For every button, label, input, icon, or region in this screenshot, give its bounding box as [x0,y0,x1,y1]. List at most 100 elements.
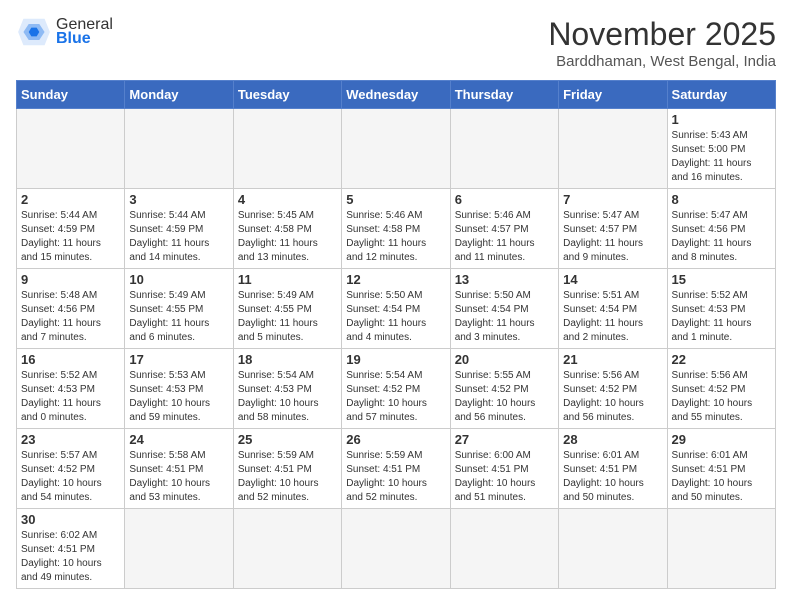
calendar-cell [17,109,125,189]
calendar-cell: 27Sunrise: 6:00 AM Sunset: 4:51 PM Dayli… [450,429,558,509]
day-number: 4 [238,192,337,207]
weekday-header-thursday: Thursday [450,81,558,109]
weekday-header-monday: Monday [125,81,233,109]
calendar-cell: 25 Sunrise: 5:59 AM Sunset: 4:51 PM Dayli… [233,429,341,509]
day-number: 9 [21,272,120,287]
calendar-cell [559,509,667,589]
day-number: 21 [563,352,662,367]
calendar-cell: 22 Sunrise: 5:56 AM Sunset: 4:52 PM Dayli… [667,349,775,429]
calendar-cell: 12 Sunrise: 5:50 AM Sunset: 4:54 PM Dayli… [342,269,450,349]
calendar-cell: 9 Sunrise: 5:48 AM Sunset: 4:56 PM Daylig… [17,269,125,349]
calendar-cell: 3Sunrise: 5:44 AM Sunset: 4:59 PM Daylig… [125,189,233,269]
day-info: Sunrise: 6:02 AM Sunset: 4:51 PM Dayligh… [21,529,120,585]
calendar-cell: 30 Sunrise: 6:02 AM Sunset: 4:51 PM Dayli… [17,509,125,589]
day-info: Sunrise: 5:49 AM Sunset: 4:55 PM Dayligh… [238,289,337,345]
calendar-cell [125,509,233,589]
day-info: Sunrise: 5:47 AM Sunset: 4:57 PM Dayligh… [563,209,662,265]
day-number: 17 [129,352,228,367]
calendar-cell: 6Sunrise: 5:46 AM Sunset: 4:57 PM Daylig… [450,189,558,269]
calendar-cell: 15 Sunrise: 5:52 AM Sunset: 4:53 PM Dayli… [667,269,775,349]
day-info: Sunrise: 5:52 AM Sunset: 4:53 PM Dayligh… [21,369,120,425]
day-info: Sunrise: 5:45 AM Sunset: 4:58 PM Dayligh… [238,209,337,265]
day-number: 8 [672,192,771,207]
calendar-cell: 26 Sunrise: 5:59 AM Sunset: 4:51 PM Dayli… [342,429,450,509]
calendar-cell [450,509,558,589]
day-info: Sunrise: 5:47 AM Sunset: 4:56 PM Dayligh… [672,209,771,265]
weekday-header-sunday: Sunday [17,81,125,109]
weekday-header-friday: Friday [559,81,667,109]
day-info: Sunrise: 6:01 AM Sunset: 4:51 PM Dayligh… [672,449,771,505]
weekday-header-row: SundayMondayTuesdayWednesdayThursdayFrid… [17,81,776,109]
day-number: 22 [672,352,771,367]
calendar-cell: 16 Sunrise: 5:52 AM Sunset: 4:53 PM Dayli… [17,349,125,429]
day-info: Sunrise: 5:46 AM Sunset: 4:58 PM Dayligh… [346,209,445,265]
calendar-cell: 28 Sunrise: 6:01 AM Sunset: 4:51 PM Dayli… [559,429,667,509]
day-info: Sunrise: 5:49 AM Sunset: 4:55 PM Dayligh… [129,289,228,345]
calendar-cell: 5 Sunrise: 5:46 AM Sunset: 4:58 PM Daylig… [342,189,450,269]
calendar-cell: 1 Sunrise: 5:43 AM Sunset: 5:00 PM Daylig… [667,109,775,189]
day-info: Sunrise: 6:01 AM Sunset: 4:51 PM Dayligh… [563,449,662,505]
day-number: 30 [21,512,120,527]
day-number: 2 [21,192,120,207]
page-header: General Blue November 2025 Barddhaman, W… [16,16,776,70]
calendar-title: November 2025 [548,16,776,53]
calendar-week-row: 16 Sunrise: 5:52 AM Sunset: 4:53 PM Dayli… [17,349,776,429]
day-info: Sunrise: 5:58 AM Sunset: 4:51 PM Dayligh… [129,449,228,505]
day-number: 29 [672,432,771,447]
day-number: 3 [129,192,228,207]
calendar-cell [450,109,558,189]
calendar-cell: 17 Sunrise: 5:53 AM Sunset: 4:53 PM Dayli… [125,349,233,429]
calendar-cell: 4 Sunrise: 5:45 AM Sunset: 4:58 PM Daylig… [233,189,341,269]
calendar-week-row: 9 Sunrise: 5:48 AM Sunset: 4:56 PM Daylig… [17,269,776,349]
calendar-cell: 14 Sunrise: 5:51 AM Sunset: 4:54 PM Dayli… [559,269,667,349]
calendar-cell: 7 Sunrise: 5:47 AM Sunset: 4:57 PM Daylig… [559,189,667,269]
day-number: 5 [346,192,445,207]
day-info: Sunrise: 5:50 AM Sunset: 4:54 PM Dayligh… [346,289,445,345]
calendar-week-row: 30 Sunrise: 6:02 AM Sunset: 4:51 PM Dayli… [17,509,776,589]
day-info: Sunrise: 5:44 AM Sunset: 4:59 PM Dayligh… [21,209,120,265]
day-number: 23 [21,432,120,447]
calendar-week-row: 23Sunrise: 5:57 AM Sunset: 4:52 PM Dayli… [17,429,776,509]
day-number: 28 [563,432,662,447]
day-number: 1 [672,112,771,127]
day-number: 26 [346,432,445,447]
day-number: 16 [21,352,120,367]
day-info: Sunrise: 5:50 AM Sunset: 4:54 PM Dayligh… [455,289,554,345]
day-info: Sunrise: 5:43 AM Sunset: 5:00 PM Dayligh… [672,129,771,185]
weekday-header-tuesday: Tuesday [233,81,341,109]
day-number: 7 [563,192,662,207]
day-number: 14 [563,272,662,287]
day-number: 13 [455,272,554,287]
day-info: Sunrise: 5:51 AM Sunset: 4:54 PM Dayligh… [563,289,662,345]
weekday-header-saturday: Saturday [667,81,775,109]
day-info: Sunrise: 5:56 AM Sunset: 4:52 PM Dayligh… [672,369,771,425]
title-block: November 2025 Barddhaman, West Bengal, I… [548,16,776,70]
calendar-cell: 18Sunrise: 5:54 AM Sunset: 4:53 PM Dayli… [233,349,341,429]
day-info: Sunrise: 5:55 AM Sunset: 4:52 PM Dayligh… [455,369,554,425]
day-number: 18 [238,352,337,367]
day-info: Sunrise: 5:52 AM Sunset: 4:53 PM Dayligh… [672,289,771,345]
day-number: 15 [672,272,771,287]
calendar-cell [342,509,450,589]
logo-text: General Blue [56,16,113,48]
calendar-cell: 24 Sunrise: 5:58 AM Sunset: 4:51 PM Dayli… [125,429,233,509]
day-number: 24 [129,432,228,447]
calendar-table: SundayMondayTuesdayWednesdayThursdayFrid… [16,80,776,589]
calendar-cell: 11 Sunrise: 5:49 AM Sunset: 4:55 PM Dayli… [233,269,341,349]
day-info: Sunrise: 5:59 AM Sunset: 4:51 PM Dayligh… [238,449,337,505]
calendar-cell [233,509,341,589]
calendar-cell [342,109,450,189]
day-number: 25 [238,432,337,447]
day-number: 12 [346,272,445,287]
day-info: Sunrise: 5:59 AM Sunset: 4:51 PM Dayligh… [346,449,445,505]
day-number: 11 [238,272,337,287]
calendar-cell: 19Sunrise: 5:54 AM Sunset: 4:52 PM Dayli… [342,349,450,429]
calendar-week-row: 2 Sunrise: 5:44 AM Sunset: 4:59 PM Daylig… [17,189,776,269]
day-info: Sunrise: 5:53 AM Sunset: 4:53 PM Dayligh… [129,369,228,425]
calendar-cell [667,509,775,589]
calendar-cell: 20Sunrise: 5:55 AM Sunset: 4:52 PM Dayli… [450,349,558,429]
weekday-header-wednesday: Wednesday [342,81,450,109]
day-info: Sunrise: 6:00 AM Sunset: 4:51 PM Dayligh… [455,449,554,505]
day-info: Sunrise: 5:48 AM Sunset: 4:56 PM Dayligh… [21,289,120,345]
calendar-cell: 10Sunrise: 5:49 AM Sunset: 4:55 PM Dayli… [125,269,233,349]
